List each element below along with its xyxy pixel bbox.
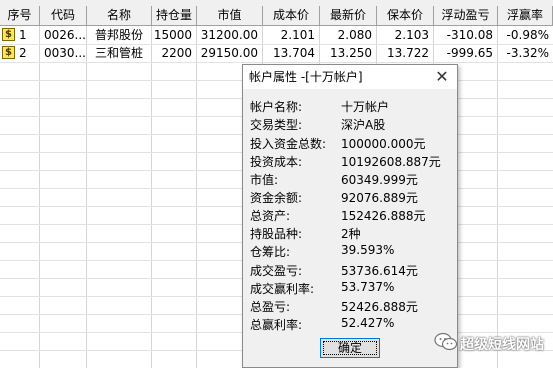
close-icon[interactable]: ✕ <box>433 67 451 87</box>
prop-value-cash-balance: 92076.889元 <box>341 191 418 205</box>
prop-value-total-rate: 52.427% <box>341 316 395 330</box>
dialog-title: 帐户属性 -[十万帐户] <box>249 70 363 84</box>
prop-label-invest-cost: 投资成本: <box>250 155 303 169</box>
row-index: 1 <box>19 28 27 42</box>
qty-cell: 15000 <box>153 28 192 42</box>
table-row[interactable]: $ 1 0026... 普邦股份 15000 31200.00 2.101 2.… <box>0 26 553 44</box>
name-cell: 普邦股份 <box>94 28 143 42</box>
prop-label-total-pnl: 总盈亏: <box>250 300 291 314</box>
wechat-icon <box>434 332 458 351</box>
pnl-cell: -999.65 <box>446 46 493 60</box>
prop-value-total-pnl: 52426.888元 <box>341 300 418 314</box>
col-header-qty[interactable]: 持仓量 <box>152 6 197 26</box>
grid-line <box>151 26 152 368</box>
value-cell: 31200.00 <box>200 28 258 42</box>
prop-value-position-ratio: 39.593% <box>341 243 395 257</box>
row-index: 2 <box>19 46 27 60</box>
prop-value-market-value: 60349.999元 <box>341 173 418 187</box>
qty-cell: 2200 <box>161 46 192 60</box>
prop-value-account-name: 十万帐户 <box>341 100 390 114</box>
table-row[interactable]: $ 2 0030... 三和管桩 2200 29150.00 13.704 13… <box>0 44 553 62</box>
col-header-pnl[interactable]: 浮动盈亏 <box>434 6 498 26</box>
prop-value-total-assets: 152426.888元 <box>341 209 426 223</box>
code-cell: 0026... <box>44 28 86 42</box>
ok-button[interactable]: 确定 <box>320 338 380 358</box>
grid-line <box>86 26 87 368</box>
grid-line <box>196 26 197 368</box>
prop-label-account-name: 帐户名称: <box>250 100 303 114</box>
col-header-name[interactable]: 名称 <box>87 6 152 26</box>
col-header-index[interactable]: 序号 <box>0 6 40 26</box>
prop-value-total-invested: 100000.000元 <box>341 137 426 151</box>
prop-label-total-invested: 投入资金总数: <box>250 137 327 151</box>
last-cell: 2.080 <box>337 28 372 42</box>
pnl-cell: -310.08 <box>446 28 493 42</box>
prop-value-invest-cost: 10192608.887元 <box>341 155 441 169</box>
prop-value-trade-type: 深沪A股 <box>341 118 386 132</box>
prop-value-holdings-count: 2种 <box>341 227 361 241</box>
breakeven-cell: 13.722 <box>387 46 429 60</box>
cost-cell: 2.101 <box>280 28 315 42</box>
prop-value-realized-pnl: 53736.614元 <box>341 264 418 278</box>
prop-label-trade-type: 交易类型: <box>250 118 303 132</box>
prop-label-cash-balance: 资金余额: <box>250 191 303 205</box>
col-header-breakeven[interactable]: 保本价 <box>377 6 434 26</box>
row-index-cell: $ 2 <box>0 44 39 62</box>
name-cell: 三和管桩 <box>94 46 143 60</box>
stock-icon: $ <box>2 28 15 41</box>
col-header-value[interactable]: 市值 <box>197 6 263 26</box>
prop-label-total-rate: 总赢利率: <box>250 318 303 332</box>
grid-line <box>39 26 40 368</box>
breakeven-cell: 2.103 <box>394 28 429 42</box>
grid-line <box>497 26 498 368</box>
prop-label-realized-pnl: 成交盈亏: <box>250 264 303 278</box>
grid-line <box>0 62 553 63</box>
stock-icon: $ <box>2 46 15 59</box>
account-properties-dialog: 帐户属性 -[十万帐户] ✕ 帐户名称: 十万帐户 交易类型: 深沪A股 投入资… <box>242 64 458 368</box>
dialog-title-bar[interactable]: 帐户属性 -[十万帐户] <box>243 65 457 89</box>
code-cell: 0030... <box>44 46 86 60</box>
prop-label-market-value: 市值: <box>250 173 279 187</box>
col-header-last[interactable]: 最新价 <box>320 6 377 26</box>
last-cell: 13.250 <box>330 46 372 60</box>
watermark-text: 超级短线网站 <box>460 337 544 353</box>
prop-label-holdings-count: 持股品种: <box>250 227 303 241</box>
value-cell: 29150.00 <box>200 46 258 60</box>
row-index-cell: $ 1 <box>0 26 39 44</box>
prop-label-position-ratio: 仓筹比: <box>250 245 291 259</box>
col-header-code[interactable]: 代码 <box>40 6 87 26</box>
prop-label-total-assets: 总资产: <box>250 209 291 223</box>
rate-cell: -3.32% <box>506 46 549 60</box>
prop-label-realized-rate: 成交赢利率: <box>250 282 315 296</box>
col-header-rate[interactable]: 浮赢率 <box>498 6 553 26</box>
rate-cell: -0.98% <box>506 28 549 42</box>
prop-value-realized-rate: 53.737% <box>341 280 395 294</box>
col-header-cost[interactable]: 成本价 <box>263 6 320 26</box>
cost-cell: 13.704 <box>273 46 315 60</box>
